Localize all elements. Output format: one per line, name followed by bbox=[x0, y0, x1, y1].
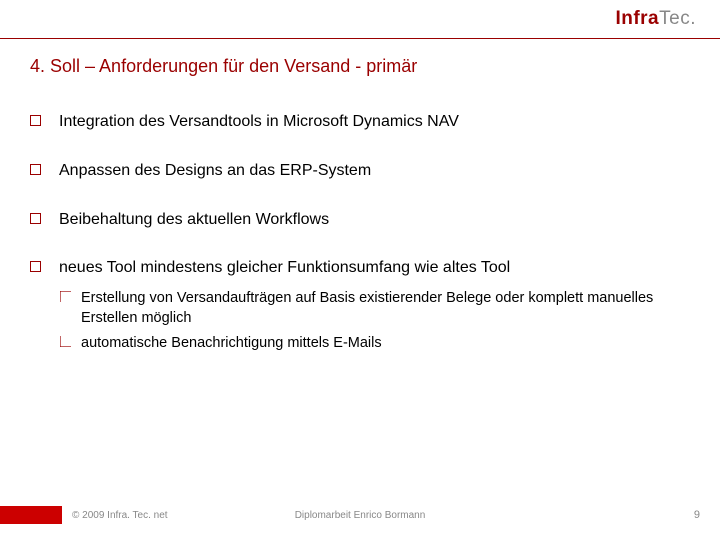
slide: InfraTec. 4. Soll – Anforderungen für de… bbox=[0, 0, 720, 540]
corner-bullet-icon bbox=[60, 336, 71, 347]
bullet-row: neues Tool mindestens gleicher Funktions… bbox=[30, 258, 696, 279]
sub-bullet-text: Erstellung von Versandaufträgen auf Basi… bbox=[81, 289, 696, 328]
footer: © 2009 Infra. Tec. net Diplomarbeit Enri… bbox=[0, 506, 720, 524]
logo-part-1: Infra bbox=[615, 8, 659, 29]
brand-logo: InfraTec. bbox=[615, 8, 696, 30]
bullet-row: Anpassen des Designs an das ERP-System bbox=[30, 161, 696, 182]
bullet-text: neues Tool mindestens gleicher Funktions… bbox=[59, 258, 510, 279]
bullet-text: Integration des Versandtools in Microsof… bbox=[59, 112, 459, 133]
square-bullet-icon bbox=[30, 115, 41, 126]
slide-title: 4. Soll – Anforderungen für den Versand … bbox=[30, 56, 417, 77]
page-number: 9 bbox=[694, 509, 700, 521]
footer-center-text: Diplomarbeit Enrico Bormann bbox=[295, 510, 426, 521]
sub-bullet-group: Erstellung von Versandaufträgen auf Basi… bbox=[60, 289, 696, 354]
bullet-text: Beibehaltung des aktuellen Workflows bbox=[59, 210, 329, 231]
square-bullet-icon bbox=[30, 213, 41, 224]
footer-copyright: © 2009 Infra. Tec. net bbox=[72, 510, 168, 521]
content-area: Integration des Versandtools in Microsof… bbox=[30, 112, 696, 360]
logo-part-2: Tec. bbox=[659, 8, 696, 29]
sub-bullet-text: automatische Benachrichtigung mittels E-… bbox=[81, 334, 382, 354]
bullet-text: Anpassen des Designs an das ERP-System bbox=[59, 161, 371, 182]
footer-accent-block bbox=[0, 506, 62, 524]
header-rule bbox=[0, 38, 720, 39]
square-bullet-icon bbox=[30, 164, 41, 175]
sub-bullet-row: Erstellung von Versandaufträgen auf Basi… bbox=[60, 289, 696, 328]
square-bullet-icon bbox=[30, 261, 41, 272]
sub-bullet-row: automatische Benachrichtigung mittels E-… bbox=[60, 334, 696, 354]
bullet-row: Integration des Versandtools in Microsof… bbox=[30, 112, 696, 133]
bullet-row: Beibehaltung des aktuellen Workflows bbox=[30, 210, 696, 231]
corner-bullet-icon bbox=[60, 291, 71, 302]
